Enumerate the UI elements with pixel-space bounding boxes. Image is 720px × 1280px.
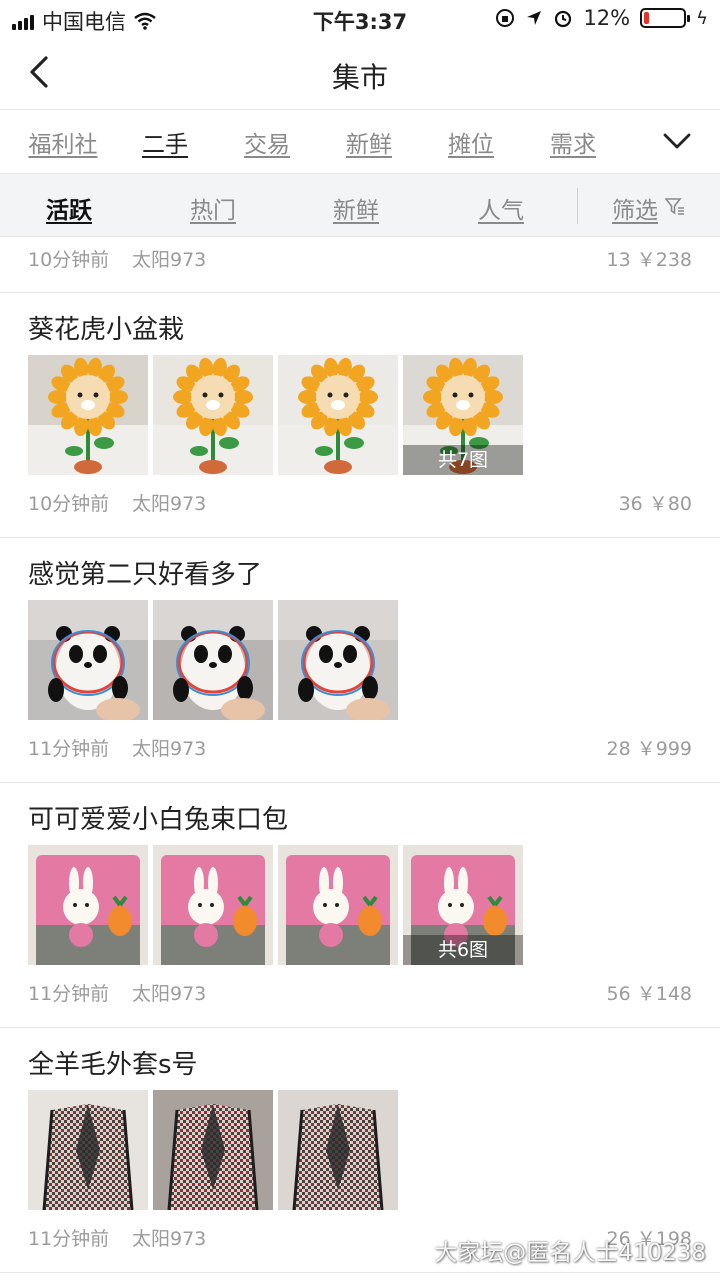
status-bar: 中国电信 下午3:37 12% ϟ [0, 0, 720, 36]
post-meta: 11分钟前 太阳973 56 ￥148 [0, 971, 720, 1011]
rabbit-bag-image[interactable] [28, 845, 148, 965]
category-tabs: 福利社 二手 交易 新鲜 摊位 需求 [0, 111, 720, 173]
post-image-grid: 共6图 [28, 845, 523, 965]
panda-image[interactable] [278, 600, 398, 720]
post-stats: 28 ￥999 [606, 738, 692, 760]
sunflower-image[interactable] [278, 355, 398, 475]
post-image-grid [28, 600, 398, 720]
post-author[interactable]: 太阳973 [132, 1224, 206, 1251]
page-title: 集市 [331, 61, 388, 94]
post-author[interactable]: 太阳973 [132, 979, 206, 1006]
post-meta: 10分钟前 太阳973 36 ￥80 [0, 481, 720, 521]
coat-image[interactable] [28, 1090, 148, 1210]
sort-popular[interactable]: 人气 [478, 191, 524, 225]
sunflower-image[interactable]: 共7图 [403, 355, 523, 475]
battery-icon [640, 8, 691, 28]
tab-demand[interactable]: 需求 [522, 125, 624, 159]
post-image-grid [28, 1090, 398, 1210]
post-feed: 10分钟前 太阳973 13 ￥238 葵花虎小盆栽 共7图 10分钟前 太阳9… [0, 237, 720, 1273]
post-stats: 36 ￥80 [618, 493, 692, 515]
filter-button[interactable]: 筛选 [612, 191, 658, 225]
post-author[interactable]: 太阳973 [132, 489, 206, 516]
post-time: 11分钟前 [28, 983, 110, 1005]
divider [0, 277, 720, 293]
rabbit-bag-image[interactable]: 共6图 [403, 845, 523, 965]
sort-bar: 活跃 热门 新鲜 人气 筛选 [0, 173, 720, 237]
image-count-badge: 共6图 [403, 935, 523, 965]
divider [577, 188, 578, 224]
chevron-down-icon[interactable] [662, 129, 692, 153]
tab-second-hand[interactable]: 二手 [114, 125, 216, 159]
tab-trade[interactable]: 交易 [216, 125, 318, 159]
post-meta: 11分钟前 太阳973 28 ￥999 [0, 726, 720, 766]
coat-image[interactable] [153, 1090, 273, 1210]
post-title[interactable]: 可可爱爱小白兔束口包 [28, 799, 288, 836]
post-title[interactable]: 全羊毛外套s号 [28, 1044, 198, 1081]
post-time: 10分钟前 [28, 249, 110, 271]
post-card[interactable]: 可可爱爱小白兔束口包 共6图 11分钟前 太阳973 56 ￥148 [0, 783, 720, 1028]
tab-welfare[interactable]: 福利社 [12, 125, 114, 159]
post-stats: 13 ￥238 [606, 249, 692, 271]
battery-percent: 12% [583, 6, 631, 30]
battery-level [644, 12, 650, 24]
post-time: 11分钟前 [28, 1228, 110, 1250]
sunflower-image[interactable] [153, 355, 273, 475]
post-time: 11分钟前 [28, 738, 110, 760]
post-card[interactable]: 葵花虎小盆栽 共7图 10分钟前 太阳973 36 ￥80 [0, 293, 720, 538]
tab-fresh[interactable]: 新鲜 [318, 125, 420, 159]
image-count-badge: 共7图 [403, 445, 523, 475]
post-title[interactable]: 感觉第二只好看多了 [28, 554, 262, 591]
navigation-bar: 集市 [0, 36, 720, 110]
location-icon [527, 11, 542, 25]
tab-stall[interactable]: 摊位 [420, 125, 522, 159]
post-meta: 10分钟前 太阳973 13 ￥238 [0, 237, 720, 277]
post-image-grid: 共7图 [28, 355, 523, 475]
post-author[interactable]: 太阳973 [132, 245, 206, 272]
filter-icon[interactable] [665, 198, 685, 216]
post-time: 10分钟前 [28, 493, 110, 515]
sort-fresh[interactable]: 新鲜 [333, 191, 379, 225]
coat-image[interactable] [278, 1090, 398, 1210]
rotation-lock-icon [496, 9, 515, 27]
sunflower-image[interactable] [28, 355, 148, 475]
alarm-icon [555, 10, 572, 28]
rabbit-bag-image[interactable] [278, 845, 398, 965]
charging-icon: ϟ [696, 7, 708, 29]
post-card[interactable]: 感觉第二只好看多了 11分钟前 太阳973 28 ￥999 [0, 538, 720, 783]
watermark: 大家坛@匿名人士410238 [434, 1240, 706, 1266]
rabbit-bag-image[interactable] [153, 845, 273, 965]
sort-active[interactable]: 活跃 [46, 191, 92, 225]
post-title[interactable]: 葵花虎小盆栽 [28, 309, 184, 346]
post-stats: 56 ￥148 [606, 983, 692, 1005]
post-author[interactable]: 太阳973 [132, 734, 206, 761]
panda-image[interactable] [28, 600, 148, 720]
sort-hot[interactable]: 热门 [190, 191, 236, 225]
panda-image[interactable] [153, 600, 273, 720]
